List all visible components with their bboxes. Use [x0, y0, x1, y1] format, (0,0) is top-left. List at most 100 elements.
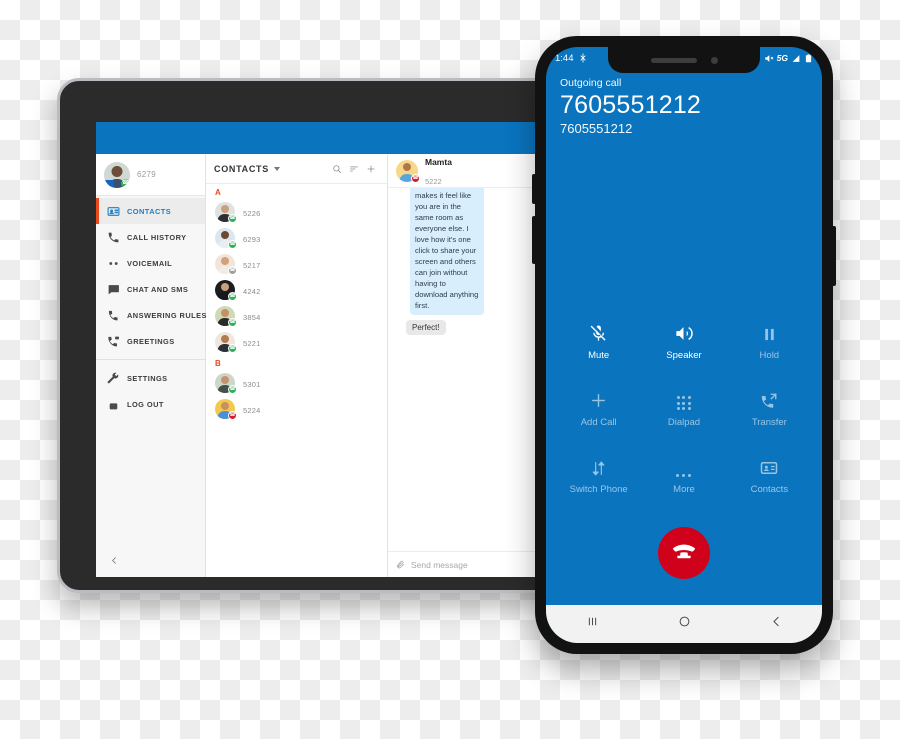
sidebar-user[interactable]: ☎ 6279	[96, 154, 205, 196]
contact-card-icon	[760, 458, 778, 477]
recents-icon[interactable]	[585, 614, 600, 634]
sidebar: ☎ 6279 CONTACTS CALL HISTORY VOICEMAIL C…	[96, 154, 206, 577]
speaker-icon	[674, 324, 694, 343]
sidebar-item-settings[interactable]: SETTINGS	[96, 365, 205, 391]
status-badge: ☎	[228, 385, 237, 394]
contacts-icon	[106, 204, 120, 218]
android-nav-bar	[546, 605, 822, 643]
voicemail-icon	[106, 256, 120, 270]
sidebar-item-label: CHAT AND SMS	[127, 284, 189, 294]
bluetooth-icon	[580, 53, 585, 63]
avatar: ☎	[215, 373, 237, 394]
contact-row[interactable]: ☎ 5226	[206, 199, 387, 225]
contact-extension: 5217	[243, 261, 261, 270]
switch-phone-button[interactable]: Switch Phone	[556, 458, 641, 495]
signal-bars-icon	[792, 54, 800, 62]
chat-message-incoming: makes it feel like you are in the same r…	[410, 188, 484, 315]
control-label: Switch Phone	[569, 484, 628, 495]
power-button[interactable]	[832, 226, 836, 286]
home-icon[interactable]	[677, 614, 692, 634]
contact-row[interactable]: ☎ 5217	[206, 251, 387, 277]
sidebar-item-voicemail[interactable]: VOICEMAIL	[96, 250, 205, 276]
avatar: ☎	[215, 254, 237, 275]
end-call-button[interactable]	[658, 527, 710, 579]
chevron-down-icon[interactable]	[273, 166, 280, 171]
more-icon	[676, 458, 692, 477]
back-icon[interactable]	[769, 614, 784, 634]
chat-contact-extension: 5222	[425, 176, 442, 186]
sidebar-item-contacts[interactable]: CONTACTS	[96, 198, 205, 224]
more-button[interactable]: More	[641, 458, 726, 495]
search-icon[interactable]	[328, 160, 345, 177]
tablet-device: ☎ 6279 CONTACTS CALL HISTORY VOICEMAIL C…	[57, 78, 592, 593]
contacts-list[interactable]: A ☎ 5226 ☎ 6293 ☎ 5217 ☎ 4242 ☎ 3854 ☎ 5…	[206, 184, 387, 577]
contact-row[interactable]: ☎ 5301	[206, 370, 387, 396]
sidebar-divider	[96, 359, 205, 360]
chat-icon	[106, 282, 120, 296]
contact-row[interactable]: ☎ 5224	[206, 396, 387, 422]
status-badge: ☎	[228, 240, 237, 249]
call-controls-grid: Mute Speaker Hold Add Call Dialpad Trans…	[546, 324, 822, 495]
contact-extension: 5221	[243, 339, 261, 348]
contact-row[interactable]: ☎ 6293	[206, 225, 387, 251]
contacts-title: CONTACTS	[214, 163, 269, 174]
sidebar-item-label: SETTINGS	[127, 373, 168, 383]
control-label: More	[673, 484, 695, 495]
sidebar-collapse-button[interactable]	[96, 543, 205, 577]
contact-row[interactable]: ☎ 4242	[206, 277, 387, 303]
avatar: ☎	[215, 332, 237, 353]
plus-icon[interactable]	[362, 160, 379, 177]
chat-status-badge	[105, 179, 114, 188]
add-call-button[interactable]: Add Call	[556, 391, 641, 428]
chat-input-placeholder[interactable]: Send message	[411, 560, 468, 570]
status-bar: 1:44 5G	[546, 47, 822, 69]
mute-button[interactable]: Mute	[556, 324, 641, 361]
sidebar-item-greetings[interactable]: GREETINGS	[96, 328, 205, 354]
chevron-left-icon	[112, 556, 116, 564]
contact-row[interactable]: ☎ 5221	[206, 329, 387, 355]
control-label: Contacts	[750, 484, 789, 495]
control-label: Add Call	[580, 417, 617, 428]
sidebar-item-answering-rules[interactable]: ANSWERING RULES	[96, 302, 206, 328]
chat-message-outgoing: Perfect!	[406, 320, 446, 335]
battery-icon	[805, 53, 812, 62]
avatar: ☎	[104, 161, 130, 188]
sidebar-item-label: VOICEMAIL	[127, 258, 173, 268]
sidebar-item-chat-and-sms[interactable]: CHAT AND SMS	[96, 276, 205, 302]
avatar: ☎	[215, 306, 237, 327]
control-label: Hold	[759, 350, 780, 361]
speaker-button[interactable]: Speaker	[641, 324, 726, 361]
swap-icon	[590, 458, 607, 477]
status-badge: ☎	[228, 344, 237, 353]
chat-contact-name: Mamta	[425, 157, 452, 168]
call-display-name: 7605551212	[560, 91, 702, 119]
call-state: Outgoing call	[560, 77, 622, 89]
sidebar-item-label: GREETINGS	[127, 336, 175, 346]
avatar: ☎	[396, 159, 420, 183]
volume-up-button[interactable]	[532, 174, 536, 204]
sidebar-item-label: CONTACTS	[127, 206, 172, 216]
contact-extension: 5226	[243, 209, 261, 218]
status-badge: ☎	[228, 266, 237, 275]
plus-icon	[589, 391, 608, 410]
tablet-screen: ☎ 6279 CONTACTS CALL HISTORY VOICEMAIL C…	[96, 122, 566, 577]
volume-down-button[interactable]	[532, 216, 536, 264]
control-label: Mute	[588, 350, 610, 361]
end-call-icon	[673, 544, 695, 559]
contact-row[interactable]: ☎ 3854	[206, 303, 387, 329]
control-label: Transfer	[751, 417, 787, 428]
call-header: Outgoing call 7605551212 7605551212	[546, 69, 822, 136]
sort-icon[interactable]	[345, 160, 362, 177]
hold-button[interactable]: Hold	[727, 324, 812, 361]
lock-icon	[106, 397, 120, 411]
contacts-button[interactable]: Contacts	[727, 458, 812, 495]
contacts-group-letter: A	[215, 188, 222, 197]
sidebar-item-call-history[interactable]: CALL HISTORY	[96, 224, 205, 250]
contacts-panel: CONTACTS A ☎ 5226 ☎ 6293 ☎ 5217 ☎ 4242 ☎…	[206, 154, 388, 577]
transfer-button[interactable]: Transfer	[727, 391, 812, 428]
avatar: ☎	[215, 202, 237, 223]
sidebar-item-log-out[interactable]: LOG OUT	[96, 391, 205, 417]
network-type: 5G	[776, 53, 788, 63]
dialpad-button[interactable]: Dialpad	[641, 391, 726, 428]
avatar: ☎	[215, 228, 237, 249]
